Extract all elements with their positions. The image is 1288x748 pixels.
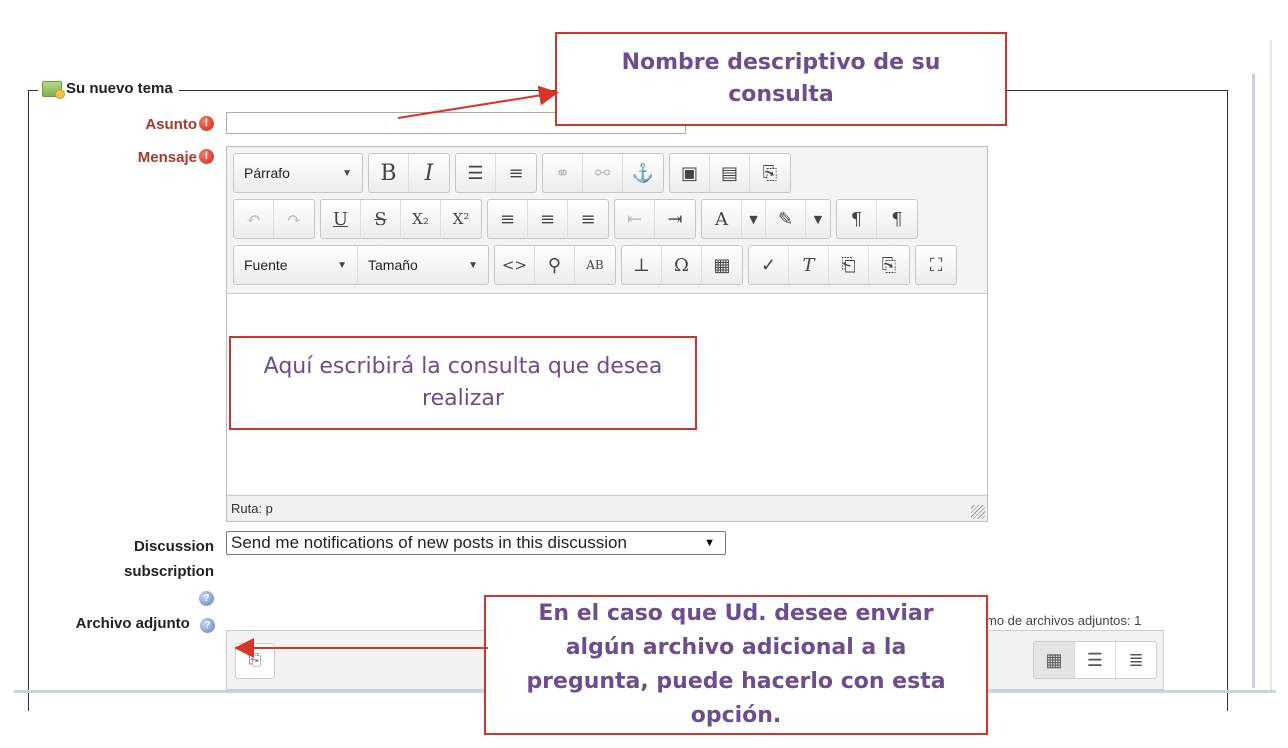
arrow-to-subject: [397, 85, 559, 119]
annotation-arrows: [234, 85, 559, 658]
